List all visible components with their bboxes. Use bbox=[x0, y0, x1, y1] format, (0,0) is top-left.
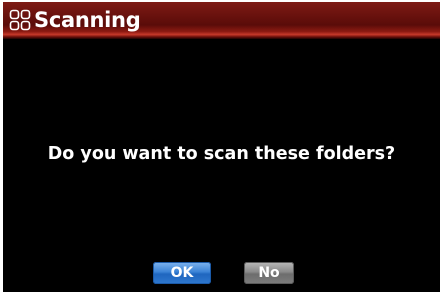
scan-dialog: Scanning Do you want to scan these folde… bbox=[3, 2, 440, 292]
dialog-message: Do you want to scan these folders? bbox=[47, 144, 396, 164]
grid-icon bbox=[9, 9, 31, 31]
no-button[interactable]: No bbox=[244, 262, 294, 284]
title-bar: Scanning bbox=[3, 2, 440, 39]
dialog-title: Scanning bbox=[34, 8, 141, 32]
ok-button[interactable]: OK bbox=[153, 262, 211, 284]
